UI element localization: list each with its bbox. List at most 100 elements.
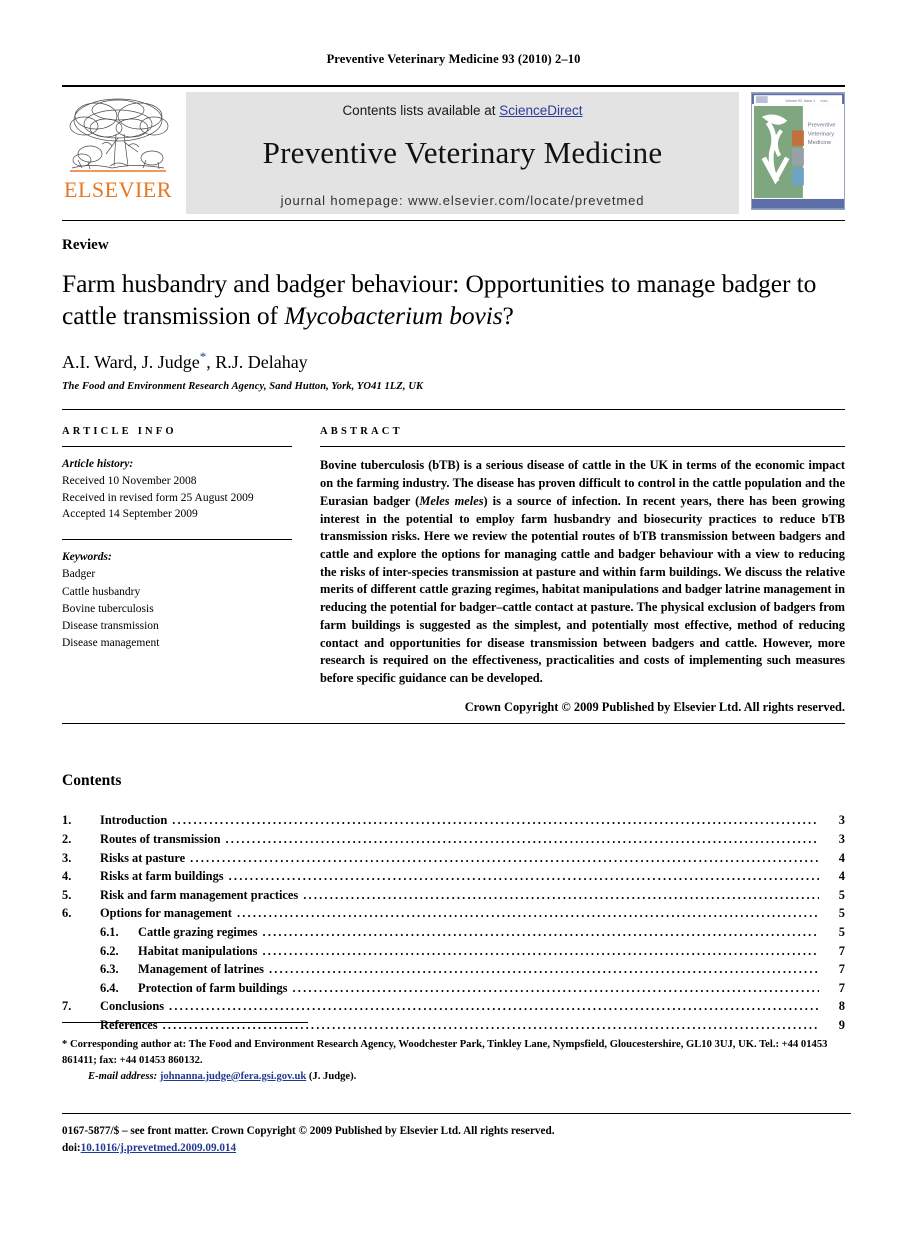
toc-entry[interactable]: 4. Risks at farm buildings...............… — [62, 867, 845, 886]
corresponding-author-footnote: * Corresponding author at: The Food and … — [62, 1037, 851, 1069]
toc-entry-number: 6. — [62, 906, 72, 921]
keyword-item: Cattle husbandry — [62, 585, 141, 598]
toc-entry-page: 3 — [838, 813, 845, 828]
journal-masthead: ELSEVIER Contents lists available at Sci… — [62, 85, 845, 214]
toc-entry-page: 7 — [838, 962, 845, 977]
journal-cover-thumbnail: Volume 93, Issue 1 ISSN Preventive Veter… — [751, 92, 845, 210]
toc-dot-leader: ........................................… — [292, 981, 820, 995]
issn-copyright-line: 0167-5877/$ – see front matter. Crown Co… — [62, 1125, 555, 1137]
toc-dot-leader: ........................................… — [262, 944, 819, 957]
toc-dot-leader: ........................................… — [268, 963, 819, 976]
keyword-item: Disease transmission — [62, 620, 159, 633]
doi-link[interactable]: 10.1016/j.prevetmed.2009.09.014 — [81, 1142, 236, 1154]
toc-entry-number: 6.4. — [100, 980, 119, 995]
toc-dot-leader: ........................................… — [303, 888, 819, 902]
toc-entry[interactable]: 3. Risks at pasture......................… — [62, 848, 845, 867]
toc-entry-label: Routes of transmission — [100, 831, 221, 846]
toc-entry-label: Introduction — [100, 813, 168, 828]
info-abstract-row: ARTICLE INFO Article history: Received 1… — [62, 426, 845, 715]
email-address-link[interactable]: johnanna.judge@fera.gsi.gov.uk — [160, 1071, 306, 1082]
email-footnote: E-mail address: johnanna.judge@fera.gsi.… — [62, 1069, 851, 1085]
toc-dot-leader: ........................................… — [262, 925, 819, 939]
footnote-rule — [62, 1022, 308, 1023]
authors-names-tail: , R.J. Delahay — [206, 352, 308, 373]
toc-entry[interactable]: 6.2. Habitat manipulations...............… — [62, 941, 845, 960]
toc-entry-label: References — [100, 1017, 158, 1032]
author-list: A.I. Ward, J. Judge*, R.J. Delahay — [62, 349, 845, 373]
toc-entry[interactable]: 6. Options for management................… — [62, 904, 845, 923]
elsevier-tree-icon — [69, 98, 169, 172]
keywords-block: Keywords: Badger Cattle husbandry Bovine… — [62, 549, 292, 653]
article-history-block: Article history: Received 10 November 20… — [62, 456, 292, 523]
toc-dot-leader: ........................................… — [190, 851, 819, 864]
toc-entry-number: 4. — [62, 869, 72, 884]
toc-entry-label: Options for management — [100, 906, 232, 921]
toc-entry[interactable]: 2. Routes of transmission................… — [62, 830, 845, 849]
toc-entry-label: Habitat manipulations — [138, 943, 258, 958]
toc-entry-page: 5 — [838, 924, 845, 939]
elsevier-logo: ELSEVIER — [62, 92, 174, 214]
sciencedirect-link[interactable]: ScienceDirect — [499, 103, 582, 118]
keyword-item: Badger — [62, 568, 96, 581]
contents-available-line: Contents lists available at ScienceDirec… — [342, 103, 582, 118]
svg-text:Preventive: Preventive — [808, 123, 836, 129]
journal-banner: Contents lists available at ScienceDirec… — [186, 92, 739, 214]
toc-entry-label: Protection of farm buildings — [138, 980, 288, 995]
journal-homepage[interactable]: journal homepage: www.elsevier.com/locat… — [281, 193, 645, 208]
article-info-rule — [62, 446, 292, 448]
authors-names: A.I. Ward, J. Judge — [62, 352, 200, 373]
contents-heading: Contents — [62, 772, 122, 790]
svg-text:Veterinary: Veterinary — [808, 131, 834, 137]
toc-entry-label: Risks at pasture — [100, 850, 186, 865]
article-info-column: ARTICLE INFO Article history: Received 1… — [62, 426, 310, 715]
title-block-bottom-rule — [62, 409, 845, 411]
toc-entry-page: 5 — [838, 887, 845, 902]
article-title-part2: ? — [502, 301, 514, 331]
toc-entry-number: 6.3. — [100, 962, 119, 977]
article-history-label: Article history: — [62, 458, 134, 471]
toc-dot-leader: ........................................… — [236, 907, 819, 920]
article-first-page: Preventive Veterinary Medicine 93 (2010)… — [0, 0, 907, 1238]
toc-entry[interactable]: 6.4. Protection of farm buildings........… — [62, 979, 845, 998]
toc-entry-label: Risks at farm buildings — [100, 869, 224, 884]
toc-entry[interactable]: 5. Risk and farm management practices....… — [62, 886, 845, 905]
toc-dot-leader: ........................................… — [225, 832, 819, 846]
footer-rule — [62, 1113, 851, 1114]
toc-entry-page: 4 — [838, 869, 845, 884]
toc-entry-number: 7. — [62, 999, 72, 1014]
abstract-species-name: Meles meles — [419, 493, 484, 508]
keyword-item: Bovine tuberculosis — [62, 602, 154, 615]
contents-available-prefix: Contents lists available at — [342, 103, 500, 118]
toc-dot-leader: ........................................… — [172, 814, 819, 827]
toc-entry-page: 7 — [838, 980, 845, 995]
article-info-heading: ARTICLE INFO — [62, 426, 177, 438]
toc-entry-page: 9 — [838, 1017, 845, 1032]
toc-entry[interactable]: 7. Conclusions...........................… — [62, 997, 845, 1016]
masthead-bottom-rule — [62, 220, 845, 221]
svg-text:Volume 93, Issue 1: Volume 93, Issue 1 — [785, 99, 815, 103]
email-address-label: E-mail address: — [88, 1070, 158, 1082]
abstract-text: Bovine tuberculosis (bTB) is a serious d… — [320, 457, 845, 688]
toc-entry[interactable]: 6.3. Management of latrines..............… — [62, 960, 845, 979]
svg-text:Medicine: Medicine — [808, 140, 831, 146]
journal-title: Preventive Veterinary Medicine — [262, 135, 663, 170]
toc-dot-leader: ........................................… — [228, 870, 819, 883]
keywords-label: Keywords: — [62, 551, 112, 564]
author-affiliation: The Food and Environment Research Agency… — [62, 381, 424, 393]
toc-entry[interactable]: References..............................… — [62, 1016, 845, 1035]
abstract-text-part2: ) is a source of infection. In recent ye… — [320, 493, 845, 686]
toc-entry-label: Management of latrines — [138, 962, 264, 977]
article-title: Farm husbandry and badger behaviour: Opp… — [62, 268, 845, 332]
toc-entry-page: 3 — [838, 831, 845, 846]
toc-entry[interactable]: 6.1. Cattle grazing regimes..............… — [62, 923, 845, 942]
toc-dot-leader: ........................................… — [162, 1018, 819, 1032]
abstract-column: ABSTRACT Bovine tuberculosis (bTB) is a … — [310, 426, 845, 715]
abstract-bottom-rule — [62, 723, 845, 725]
running-head: Preventive Veterinary Medicine 93 (2010)… — [326, 52, 581, 66]
toc-entry[interactable]: 1. Introduction..........................… — [62, 811, 845, 830]
keyword-item: Disease management — [62, 637, 160, 650]
footer-block: 0167-5877/$ – see front matter. Crown Co… — [62, 1123, 851, 1157]
article-history-item: Accepted 14 September 2009 — [62, 508, 198, 521]
toc-entry-number: 1. — [62, 813, 72, 828]
abstract-rule — [320, 446, 845, 448]
